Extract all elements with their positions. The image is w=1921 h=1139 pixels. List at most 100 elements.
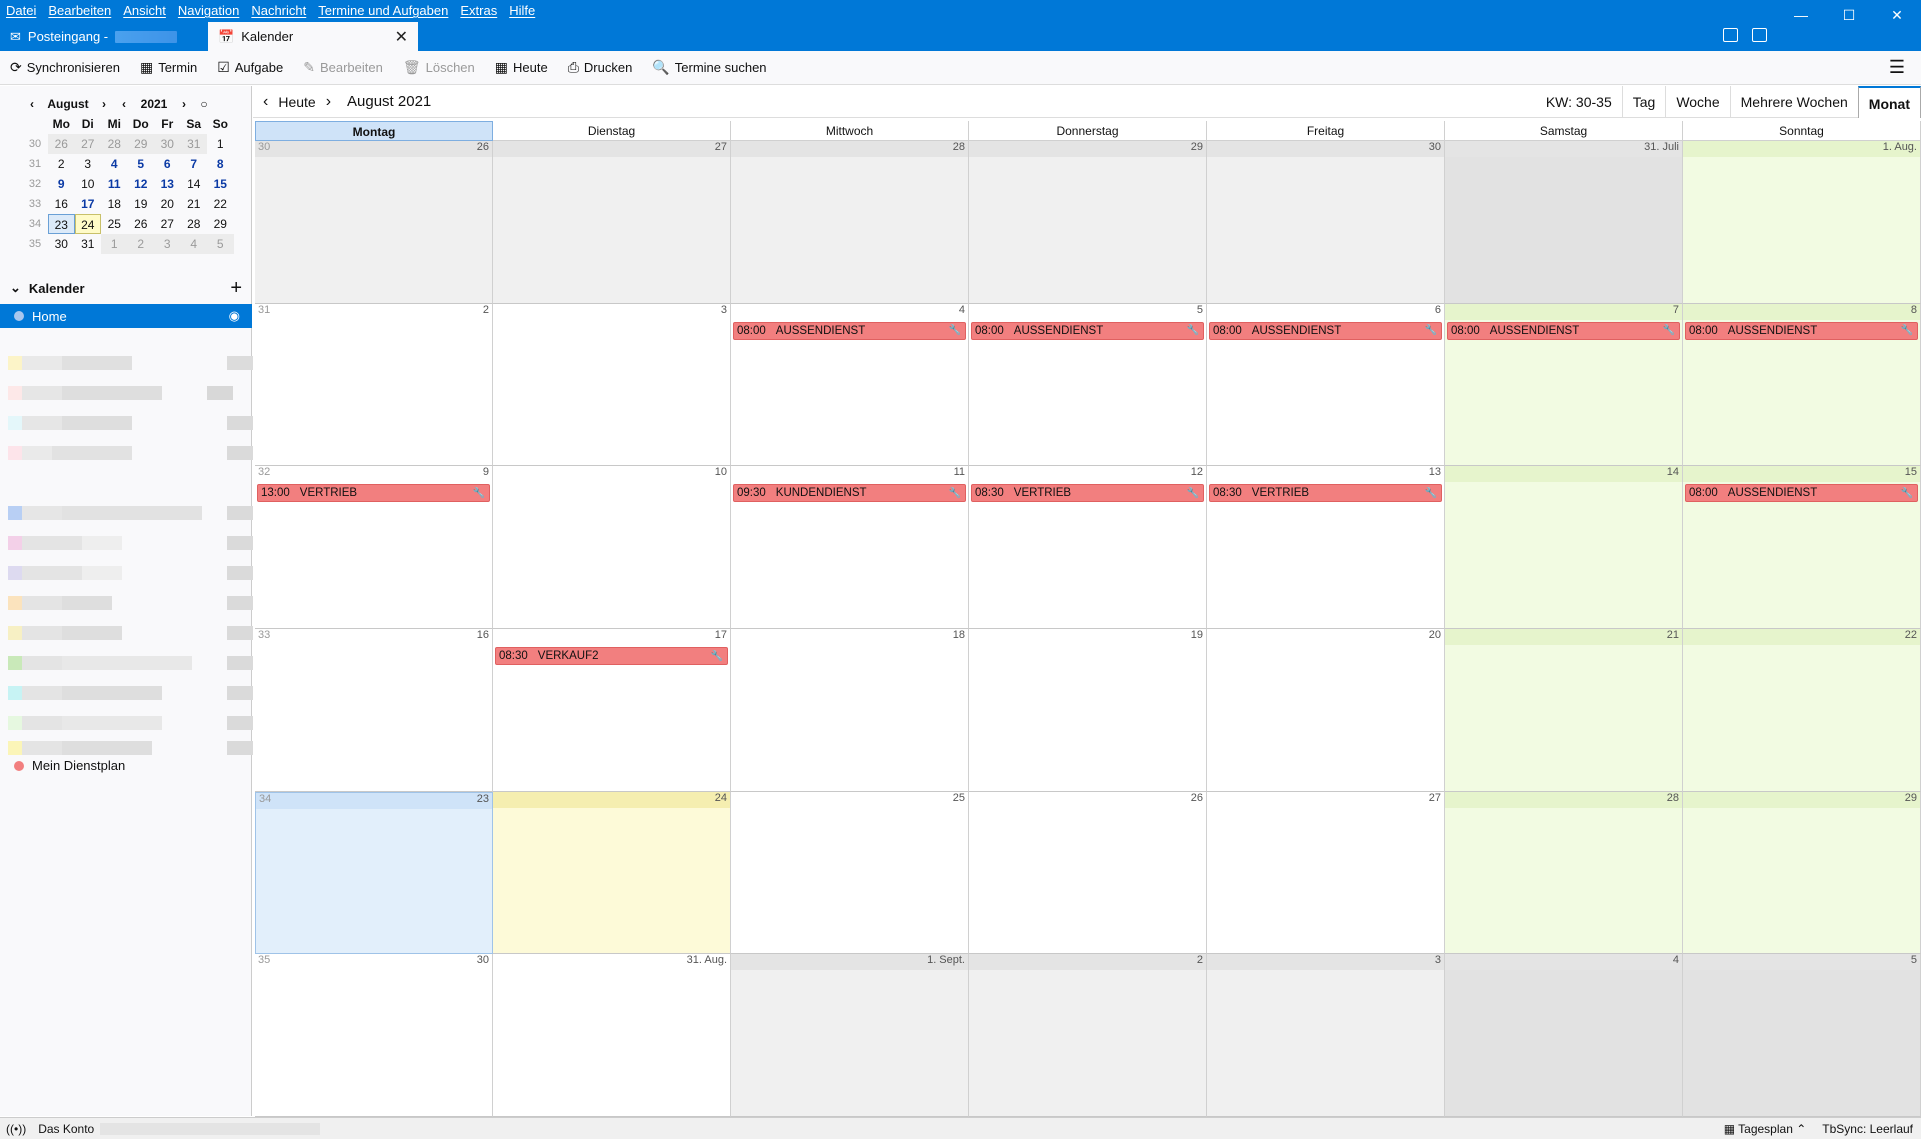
day-cell[interactable]: 31 2 xyxy=(255,303,493,467)
calendar-list-header[interactable]: ⌄ Kalender + xyxy=(0,276,252,300)
day-cell[interactable]: 33 16 xyxy=(255,629,493,792)
mini-day[interactable]: 12 xyxy=(128,174,155,194)
event-item[interactable]: 08:30 VERTRIEB 🔧 xyxy=(971,484,1204,503)
tab-multiweek[interactable]: Mehrere Wochen xyxy=(1729,86,1858,118)
event-item[interactable]: 08:00 AUSSENDIENST 🔧 xyxy=(1685,484,1918,503)
event-item[interactable]: 13:00 VERTRIEB 🔧 xyxy=(257,484,490,503)
mini-day[interactable]: 10 xyxy=(75,174,102,194)
day-cell[interactable]: 35 30 xyxy=(255,954,493,1117)
mini-day[interactable]: 30 xyxy=(48,234,75,254)
mini-day[interactable]: 31 xyxy=(75,234,102,254)
mini-day[interactable]: 27 xyxy=(154,214,181,234)
day-cell[interactable]: 8 08:00 AUSSENDIENST 🔧 xyxy=(1683,303,1921,467)
mini-day[interactable]: 8 xyxy=(207,154,234,174)
menu-item[interactable]: Bearbeiten xyxy=(48,0,111,22)
mini-day[interactable]: 23 xyxy=(48,214,75,234)
day-cell[interactable]: 30 xyxy=(1207,141,1445,304)
next-month-icon[interactable]: › xyxy=(94,97,114,111)
day-cell[interactable]: 4 08:00 AUSSENDIENST 🔧 xyxy=(731,303,969,467)
mini-day[interactable]: 14 xyxy=(181,174,208,194)
day-cell[interactable]: 21 xyxy=(1445,629,1683,792)
next-icon[interactable]: › xyxy=(326,93,331,111)
mini-day[interactable]: 30 xyxy=(154,134,181,154)
prev-month-icon[interactable]: ‹ xyxy=(22,97,42,111)
maximize-button[interactable]: ☐ xyxy=(1825,0,1873,30)
today-circle-icon[interactable]: ○ xyxy=(194,97,214,111)
day-cell[interactable]: 15 08:00 AUSSENDIENST 🔧 xyxy=(1683,466,1921,629)
day-cell[interactable]: 32 9 13:00 VERTRIEB 🔧 xyxy=(255,466,493,629)
event-item[interactable]: 08:00 AUSSENDIENST 🔧 xyxy=(1209,321,1442,340)
calendar-item-dienstplan[interactable]: Mein Dienstplan xyxy=(14,758,125,773)
mini-day[interactable]: 2 xyxy=(48,154,75,174)
day-cell[interactable]: 24 xyxy=(493,791,731,955)
window-close-button[interactable]: ✕ xyxy=(1873,0,1921,30)
minimize-button[interactable]: — xyxy=(1777,0,1825,30)
day-cell[interactable]: 1. Sept. xyxy=(731,954,969,1117)
mini-day[interactable]: 3 xyxy=(75,154,102,174)
tasks-tab-icon[interactable] xyxy=(1752,28,1767,42)
day-cell[interactable]: 25 xyxy=(731,791,969,955)
day-cell[interactable]: 3 xyxy=(493,303,731,467)
day-cell[interactable]: 31. Aug. xyxy=(493,954,731,1117)
find-events-button[interactable]: 🔍 Termine suchen xyxy=(652,59,766,76)
mini-day[interactable]: 22 xyxy=(207,194,234,214)
agenda-toggle[interactable]: ▦ Tagesplan ⌃ xyxy=(1724,1122,1807,1136)
day-cell[interactable]: 5 08:00 AUSSENDIENST 🔧 xyxy=(969,303,1207,467)
day-cell[interactable]: 29 xyxy=(1683,791,1921,955)
calendar-tab-icon[interactable] xyxy=(1723,28,1738,42)
mini-day[interactable]: 3 xyxy=(154,234,181,254)
mini-day[interactable]: 28 xyxy=(181,214,208,234)
sync-button[interactable]: ⟳ Synchronisieren xyxy=(10,59,120,76)
day-cell[interactable]: 17 08:30 VERKAUF2 🔧 xyxy=(493,629,731,792)
new-event-button[interactable]: ▦ Termin xyxy=(140,59,197,76)
menu-item[interactable]: Navigation xyxy=(178,0,239,22)
tab-calendar[interactable]: 📅 Kalender ✕ xyxy=(208,22,418,51)
mini-day[interactable]: 26 xyxy=(48,134,75,154)
mini-day[interactable]: 17 xyxy=(75,194,102,214)
day-cell[interactable]: 7 08:00 AUSSENDIENST 🔧 xyxy=(1445,303,1683,467)
mini-day[interactable]: 16 xyxy=(48,194,75,214)
add-calendar-icon[interactable]: + xyxy=(230,277,242,300)
day-cell[interactable]: 31. Juli xyxy=(1445,141,1683,304)
menu-item[interactable]: Ansicht xyxy=(123,0,166,22)
day-cell[interactable]: 30 26 xyxy=(255,141,493,304)
prev-year-icon[interactable]: ‹ xyxy=(114,97,134,111)
menu-item[interactable]: Extras xyxy=(460,0,497,22)
mini-day[interactable]: 5 xyxy=(128,154,155,174)
day-cell[interactable]: 6 08:00 AUSSENDIENST 🔧 xyxy=(1207,303,1445,467)
next-year-icon[interactable]: › xyxy=(174,97,194,111)
day-cell[interactable]: 26 xyxy=(969,791,1207,955)
day-cell[interactable]: 27 xyxy=(1207,791,1445,955)
mini-day[interactable]: 7 xyxy=(181,154,208,174)
edit-button[interactable]: ✎ Bearbeiten xyxy=(303,59,383,76)
event-item[interactable]: 08:30 VERTRIEB 🔧 xyxy=(1209,484,1442,503)
today-link[interactable]: Heute xyxy=(278,94,315,110)
mini-day[interactable]: 25 xyxy=(101,214,128,234)
menu-item[interactable]: Nachricht xyxy=(251,0,306,22)
day-cell[interactable]: 3 xyxy=(1207,954,1445,1117)
menu-item[interactable]: Termine und Aufgaben xyxy=(318,0,448,22)
event-item[interactable]: 08:00 AUSSENDIENST 🔧 xyxy=(971,321,1204,340)
day-cell[interactable]: 2 xyxy=(969,954,1207,1117)
delete-button[interactable]: 🗑 Löschen xyxy=(403,59,475,76)
mini-day[interactable]: 19 xyxy=(128,194,155,214)
tab-month[interactable]: Monat xyxy=(1857,86,1921,118)
mini-day[interactable]: 29 xyxy=(127,134,154,154)
mini-day[interactable]: 5 xyxy=(207,234,234,254)
prev-icon[interactable]: ‹ xyxy=(263,93,268,111)
today-button[interactable]: ▦ Heute xyxy=(495,59,548,76)
day-cell[interactable]: 29 xyxy=(969,141,1207,304)
hamburger-menu-icon[interactable]: ☰ xyxy=(1889,58,1905,76)
mini-day[interactable]: 21 xyxy=(181,194,208,214)
mini-day[interactable]: 11 xyxy=(101,174,128,194)
menu-item[interactable]: Datei xyxy=(6,0,36,22)
event-item[interactable]: 08:30 VERKAUF2 🔧 xyxy=(495,647,728,665)
menu-item[interactable]: Hilfe xyxy=(509,0,535,22)
mini-day[interactable]: 1 xyxy=(207,134,234,154)
day-cell[interactable]: 34 23 xyxy=(255,791,493,955)
mini-day[interactable]: 9 xyxy=(48,174,75,194)
day-cell[interactable]: 27 xyxy=(493,141,731,304)
mini-day[interactable]: 15 xyxy=(207,174,234,194)
tab-inbox[interactable]: ✉ Posteingang - xyxy=(0,22,208,51)
day-cell[interactable]: 19 xyxy=(969,629,1207,792)
